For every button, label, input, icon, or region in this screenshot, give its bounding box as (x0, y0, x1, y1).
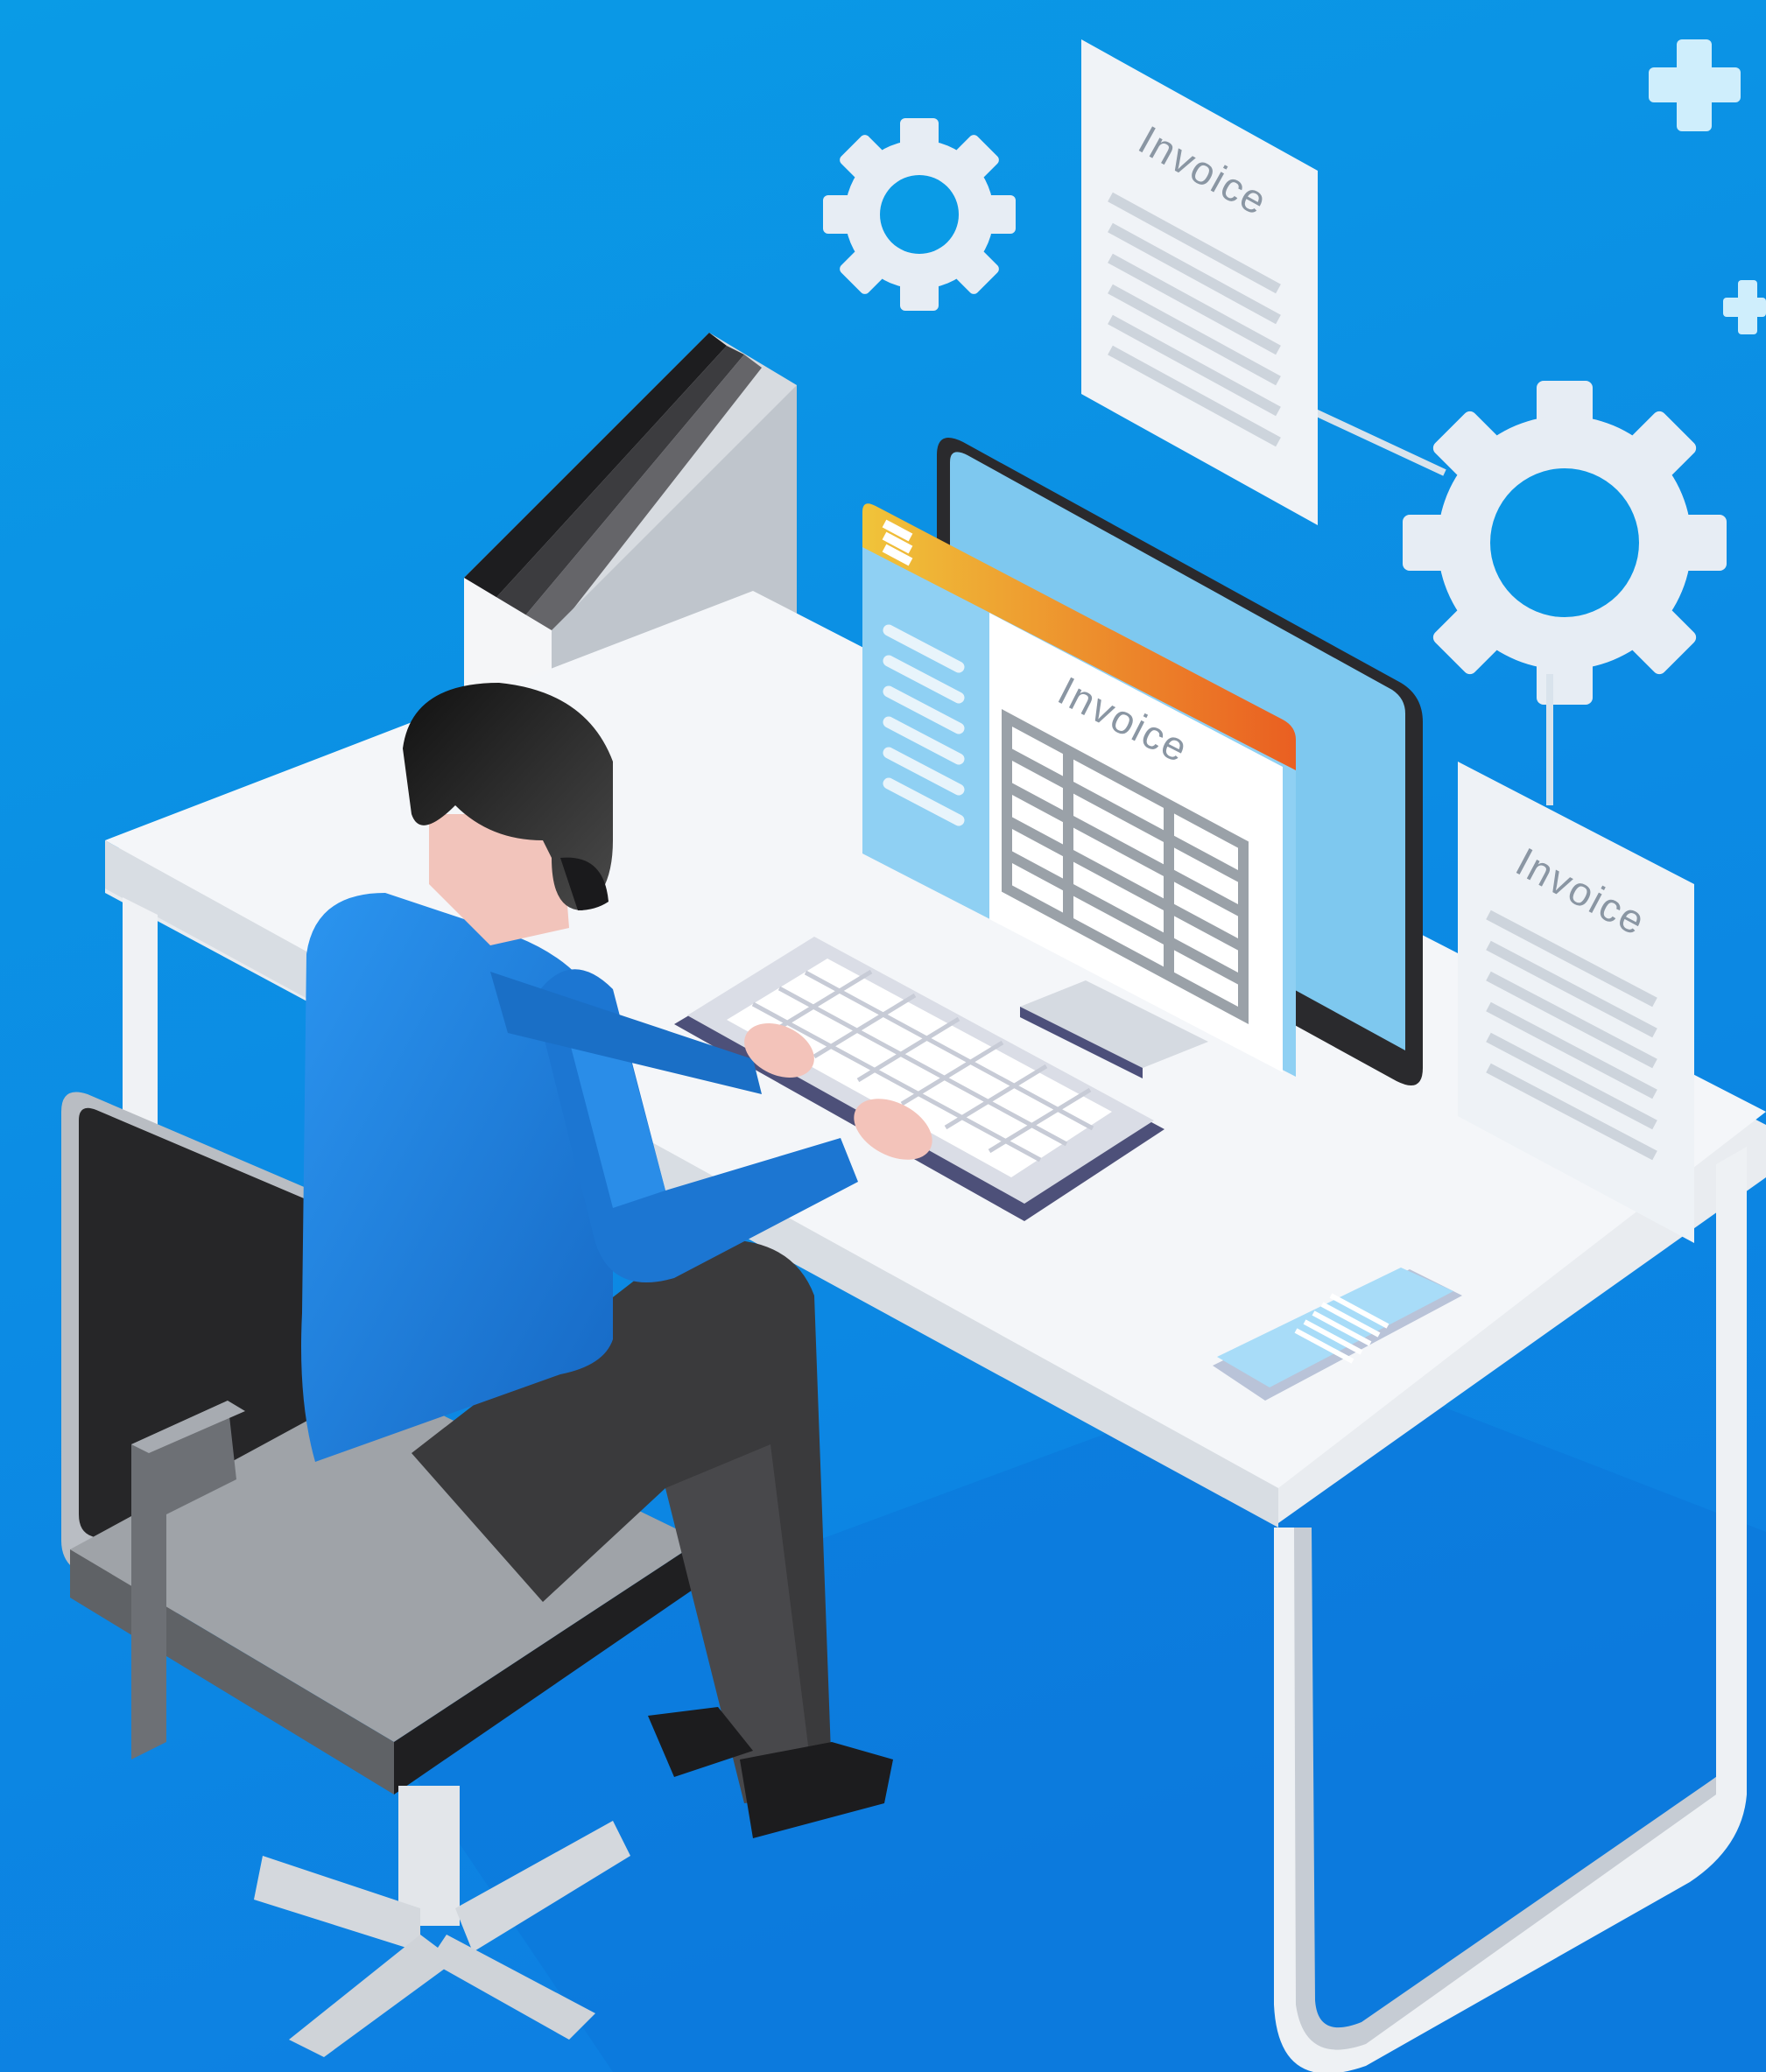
gear-icon (823, 118, 1016, 311)
gear-icon (1403, 381, 1727, 705)
invoice-workspace-illustration: Invoice Invoice Invoice (0, 0, 1766, 2072)
